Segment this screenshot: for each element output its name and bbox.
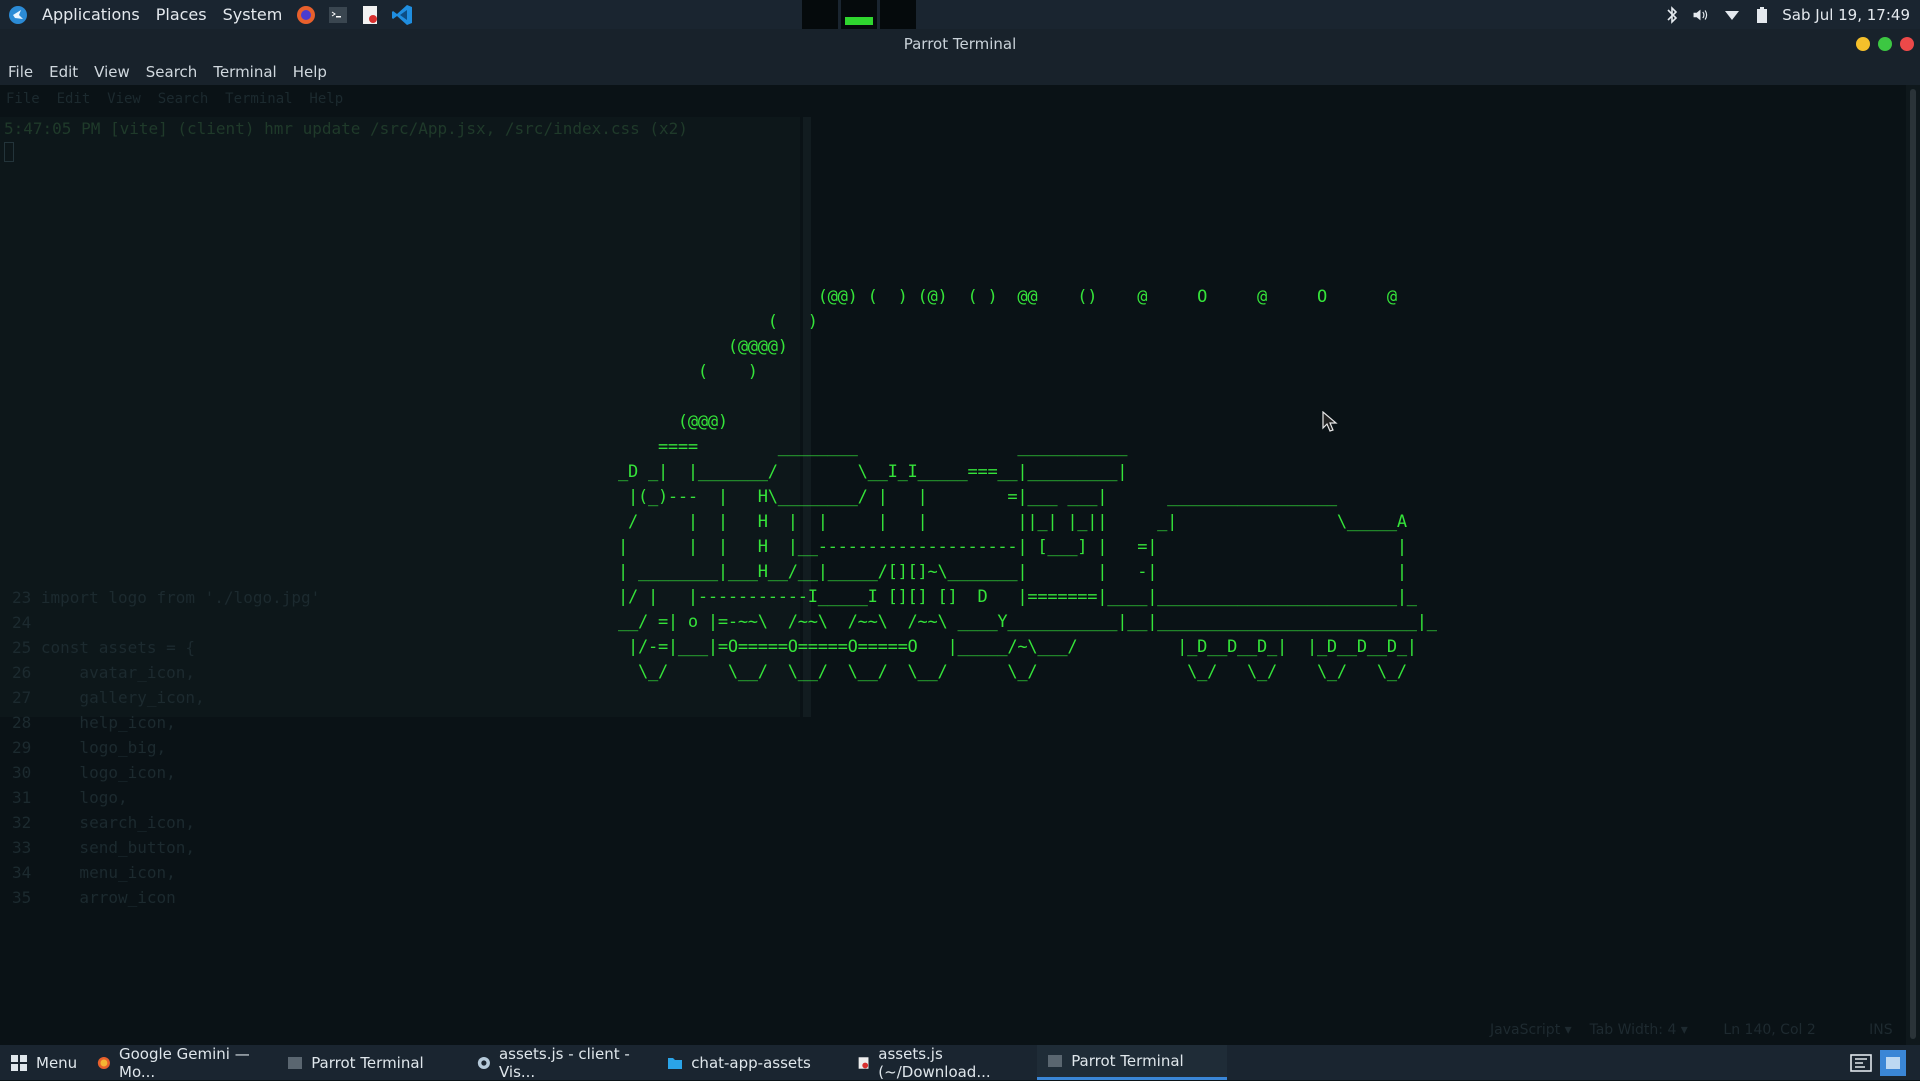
- ghost-code-editor: 23 import logo from './logo.jpg' 24 25 c…: [12, 585, 320, 910]
- firefox-icon: [297, 5, 316, 24]
- menu-label: Menu: [36, 1053, 78, 1072]
- battery-icon[interactable]: [1752, 5, 1772, 25]
- vscode-icon: [392, 4, 413, 25]
- start-menu-button[interactable]: Menu: [0, 1045, 87, 1080]
- bottom-taskbar: Menu Google Gemini — Mo... Parrot Termin…: [0, 1044, 1920, 1081]
- ghost-code-line: 25 const assets = {: [12, 638, 196, 657]
- ghost-code-line: 26 avatar_icon,: [12, 663, 196, 682]
- ghost-code-line: 30 logo_icon,: [12, 763, 176, 782]
- ghost-code-line: 35 arrow_icon: [12, 888, 176, 907]
- ghost-code-line: 33 send_button,: [12, 838, 196, 857]
- terminal-menubar: File Edit View Search Terminal Help: [0, 59, 1920, 85]
- pdf-icon: [363, 5, 378, 24]
- clock[interactable]: Sab Jul 19, 17:49: [1782, 6, 1910, 24]
- vscode-icon: [478, 1056, 491, 1069]
- cpu-graph: [802, 0, 838, 29]
- task-label: Google Gemini — Mo...: [119, 1044, 250, 1081]
- menu-search[interactable]: Search: [138, 63, 206, 81]
- task-parrot-terminal-active[interactable]: Parrot Terminal: [1037, 1045, 1228, 1080]
- ghost-prompt-cursor: [4, 142, 14, 162]
- ghost-editor-statusbar: JavaScript ▾ Tab Width: 4 ▾ Ln 140, Col …: [1490, 1022, 1893, 1038]
- firefox-icon: [98, 1056, 111, 1069]
- system-menu[interactable]: System: [215, 0, 291, 29]
- volume-icon[interactable]: [1692, 5, 1712, 25]
- terminal-launcher[interactable]: [326, 3, 350, 27]
- ghost-vite-log: 5:47:05 PM [vite] (client) hmr update /s…: [4, 119, 688, 138]
- task-label: Parrot Terminal: [311, 1053, 424, 1072]
- wifi-icon[interactable]: [1722, 5, 1742, 25]
- ghost-code-line: 34 menu_icon,: [12, 863, 176, 882]
- places-menu[interactable]: Places: [148, 0, 215, 29]
- close-button[interactable]: [1900, 37, 1914, 51]
- system-monitor-applet[interactable]: [802, 0, 916, 29]
- terminal-icon: [1048, 1055, 1063, 1067]
- ascii-train-art: (@@) ( ) (@) ( ) @@ () @ O @ O @ ( ) (@@…: [618, 287, 1437, 682]
- grid-menu-icon: [11, 1054, 27, 1071]
- folder-icon: [668, 1057, 683, 1069]
- network-graph: [880, 0, 916, 29]
- applications-menu[interactable]: Applications: [34, 0, 148, 29]
- window-title: Parrot Terminal: [903, 35, 1017, 53]
- task-vscode[interactable]: assets.js - client - Vis...: [467, 1044, 657, 1081]
- ghost-code-line: 27 gallery_icon,: [12, 688, 205, 707]
- terminal-view[interactable]: File Edit View Search Terminal Help 5:47…: [0, 85, 1906, 1045]
- terminal-icon: [329, 6, 348, 23]
- ghost-code-line: 23 import logo from './logo.jpg': [12, 588, 321, 607]
- menu-terminal[interactable]: Terminal: [205, 63, 284, 81]
- task-label: Parrot Terminal: [1071, 1052, 1184, 1070]
- task-label: assets.js (~/Download...: [878, 1044, 991, 1081]
- show-desktop-icon[interactable]: [1880, 1049, 1906, 1076]
- ghost-code-line: 24: [12, 613, 32, 632]
- vscode-launcher[interactable]: [390, 3, 414, 27]
- task-label: chat-app-assets: [691, 1053, 811, 1072]
- window-titlebar[interactable]: Parrot Terminal: [0, 29, 1920, 59]
- maximize-button[interactable]: [1878, 37, 1892, 51]
- minimize-button[interactable]: [1856, 37, 1870, 51]
- bluetooth-icon[interactable]: [1662, 5, 1682, 25]
- workspace-switcher-icon[interactable]: [1848, 1050, 1874, 1076]
- top-panel: Applications Places System Sab Jul 19, 1…: [0, 0, 1920, 29]
- menu-edit[interactable]: Edit: [41, 63, 86, 81]
- ghost-code-line: 31 logo,: [12, 788, 128, 807]
- terminal-scrollbar[interactable]: [1906, 85, 1920, 1045]
- pdf-icon: [858, 1056, 869, 1069]
- applications-label: Applications: [42, 5, 140, 24]
- pdf-launcher[interactable]: [358, 3, 382, 27]
- task-folder-chat-app-assets[interactable]: chat-app-assets: [657, 1045, 847, 1080]
- ghost-code-line: 28 help_icon,: [12, 713, 176, 732]
- menu-file[interactable]: File: [0, 63, 41, 81]
- mouse-pointer-icon: [1322, 411, 1338, 432]
- terminal-icon: [288, 1056, 303, 1069]
- task-google-gemini[interactable]: Google Gemini — Mo...: [87, 1044, 277, 1081]
- menu-help[interactable]: Help: [285, 63, 335, 81]
- system-label: System: [222, 5, 283, 24]
- ghost-code-line: 29 logo_big,: [12, 738, 167, 757]
- parrot-logo-icon[interactable]: [8, 5, 28, 25]
- menu-view[interactable]: View: [86, 63, 138, 81]
- task-parrot-terminal-1[interactable]: Parrot Terminal: [277, 1045, 467, 1080]
- places-label: Places: [155, 5, 207, 24]
- scrollbar-thumb[interactable]: [1910, 89, 1916, 1039]
- firefox-launcher[interactable]: [294, 3, 318, 27]
- ghost-menubar: File Edit View Search Terminal Help: [6, 91, 344, 107]
- ghost-code-line: 32 search_icon,: [12, 813, 196, 832]
- task-pdf-assets[interactable]: assets.js (~/Download...: [847, 1044, 1037, 1081]
- memory-graph: [841, 0, 877, 29]
- task-label: assets.js - client - Vis...: [498, 1044, 630, 1081]
